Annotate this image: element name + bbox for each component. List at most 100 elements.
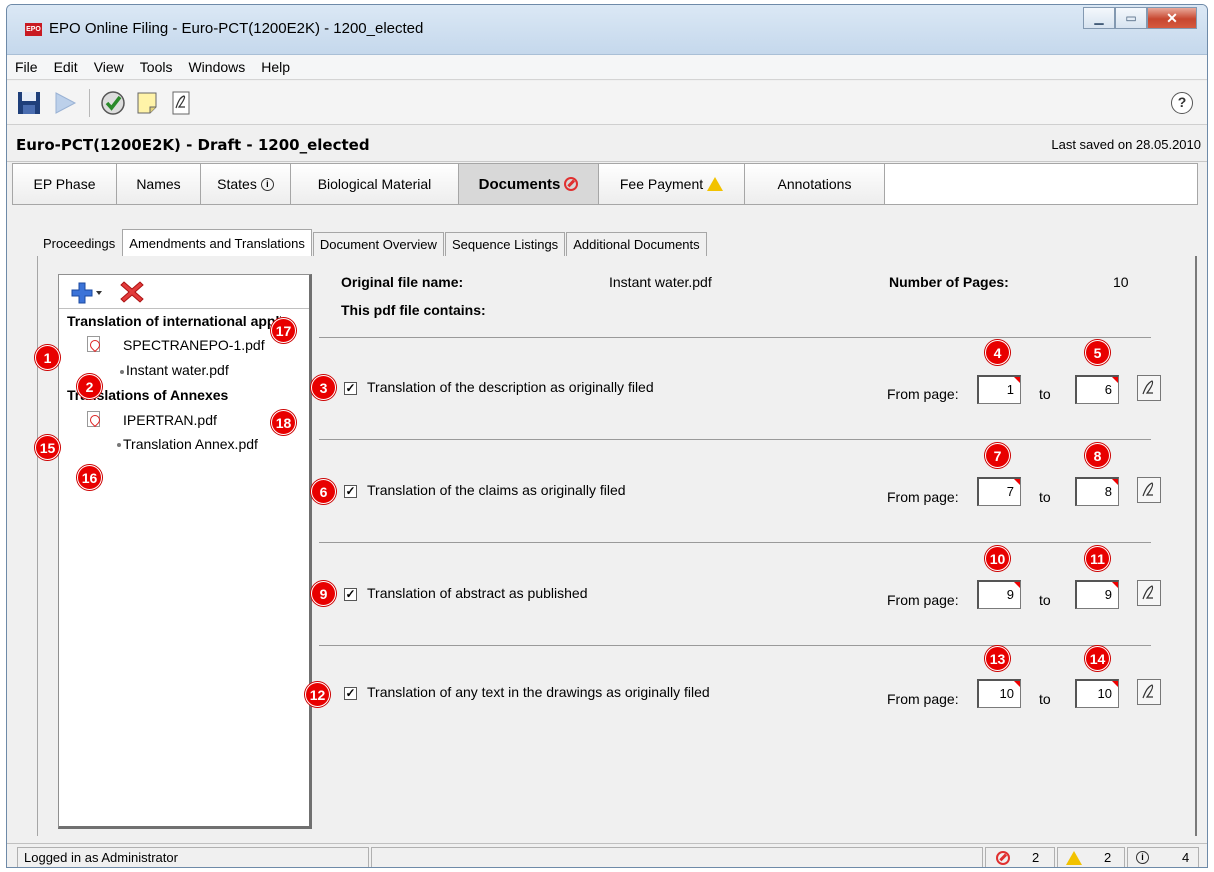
claims-from-input[interactable]: 7 <box>977 477 1021 506</box>
divider <box>319 439 1151 440</box>
drawings-to-input[interactable]: 10 <box>1075 679 1119 708</box>
callout-badge: 11 <box>1085 546 1110 571</box>
send-icon[interactable] <box>51 89 79 117</box>
tab-ep-phase[interactable]: EP Phase <box>13 164 117 204</box>
callout-badge: 6 <box>311 479 336 504</box>
tab-label: States <box>217 176 257 192</box>
tab-fee-payment[interactable]: Fee Payment <box>599 164 745 204</box>
tab-label: Documents <box>478 175 561 193</box>
help-icon[interactable]: ? <box>1171 92 1193 114</box>
tab-label: Annotations <box>777 176 852 192</box>
callout-badge: 9 <box>311 581 336 606</box>
document-tree-panel: Translation of international application… <box>58 274 312 829</box>
menu-edit[interactable]: Edit <box>54 59 78 75</box>
description-to-input[interactable]: 6 <box>1075 375 1119 404</box>
divider <box>319 645 1151 646</box>
drawings-checkbox[interactable]: ✓ <box>344 687 357 700</box>
sign-icon[interactable] <box>167 89 195 117</box>
drawings-from-input[interactable]: 10 <box>977 679 1021 708</box>
delete-icon[interactable] <box>119 279 145 305</box>
tree-item-ipertran[interactable]: IPERTRAN.pdf <box>123 412 217 428</box>
tree-bullet <box>117 443 121 447</box>
note-icon[interactable] <box>133 89 161 117</box>
subtab-amendments-translations[interactable]: Amendments and Translations <box>122 229 312 257</box>
pdf-icon <box>87 411 100 427</box>
error-icon <box>564 177 579 191</box>
menu-file[interactable]: File <box>15 59 38 75</box>
sign-icon[interactable] <box>1137 375 1161 401</box>
tab-annotations[interactable]: Annotations <box>745 164 885 204</box>
subtab-sequence-listings[interactable]: Sequence Listings <box>444 232 566 257</box>
abstract-label: Translation of abstract as published <box>367 585 588 601</box>
callout-badge: 1 <box>35 345 60 370</box>
tab-label: Names <box>136 176 181 192</box>
sign-icon[interactable] <box>1137 477 1161 503</box>
to-label: to <box>1039 691 1051 707</box>
menu-windows[interactable]: Windows <box>188 59 245 75</box>
status-spacer <box>371 847 983 867</box>
warning-icon <box>707 177 724 191</box>
abstract-from-input[interactable]: 9 <box>977 580 1021 609</box>
sub-tabs: Proceedings Amendments and Translations … <box>37 229 708 257</box>
maximize-button[interactable]: ▭ <box>1115 7 1147 29</box>
menu-help[interactable]: Help <box>261 59 290 75</box>
sign-icon[interactable] <box>1137 679 1161 705</box>
subtab-document-overview[interactable]: Document Overview <box>312 232 444 257</box>
callout-badge: 14 <box>1085 646 1110 671</box>
info-count-cell[interactable]: i 4 <box>1127 847 1199 867</box>
abstract-to-input[interactable]: 9 <box>1075 580 1119 609</box>
callout-badge: 12 <box>305 682 330 707</box>
status-bar: Logged in as Administrator 2 2 i 4 <box>7 843 1207 867</box>
epo-app-icon: EPO <box>25 23 42 36</box>
error-count: 2 <box>1032 850 1040 865</box>
save-icon[interactable] <box>15 89 43 117</box>
menu-tools[interactable]: Tools <box>140 59 173 75</box>
description-checkbox[interactable]: ✓ <box>344 382 357 395</box>
warning-count-cell[interactable]: 2 <box>1057 847 1125 867</box>
toolbar: ? <box>7 81 1207 125</box>
callout-badge: 13 <box>985 646 1010 671</box>
claims-to-input[interactable]: 8 <box>1075 477 1119 506</box>
tree-item-instant-water[interactable]: Instant water.pdf <box>126 362 229 378</box>
to-label: to <box>1039 489 1051 505</box>
content-panel: Translation of international application… <box>37 256 1197 836</box>
callout-badge: 7 <box>985 443 1010 468</box>
tab-label: Biological Material <box>317 176 432 192</box>
claims-checkbox[interactable]: ✓ <box>344 485 357 498</box>
original-file-name-value: Instant water.pdf <box>609 274 712 290</box>
callout-badge: 18 <box>271 410 296 435</box>
tab-names[interactable]: Names <box>117 164 201 204</box>
title-bar: EPO EPO Online Filing - Euro-PCT(1200E2K… <box>7 5 1207 55</box>
error-icon <box>996 851 1010 865</box>
toolbar-separator <box>89 89 90 117</box>
document-title: Euro-PCT(1200E2K) - Draft - 1200_elected <box>16 136 370 154</box>
description-from-input[interactable]: 1 <box>977 375 1021 404</box>
subtab-proceedings[interactable]: Proceedings <box>37 232 121 257</box>
tree-item-translation-annex[interactable]: Translation Annex.pdf <box>123 436 258 452</box>
add-document-button[interactable] <box>71 281 105 305</box>
close-button[interactable]: ✕ <box>1147 7 1197 29</box>
from-page-label: From page: <box>887 592 959 608</box>
menu-view[interactable]: View <box>94 59 124 75</box>
info-icon: i <box>1136 851 1149 864</box>
minimize-button[interactable]: ▁ <box>1083 7 1115 29</box>
error-count-cell[interactable]: 2 <box>985 847 1055 867</box>
tree-heading-international-application: Translation of international application <box>67 313 281 329</box>
callout-badge: 15 <box>35 435 60 460</box>
pdf-contains-label: This pdf file contains: <box>341 302 486 318</box>
description-label: Translation of the description as origin… <box>367 379 654 395</box>
sign-icon[interactable] <box>1137 580 1161 606</box>
tab-documents[interactable]: Documents <box>459 164 599 204</box>
abstract-checkbox[interactable]: ✓ <box>344 588 357 601</box>
tree-item-spectranepo[interactable]: SPECTRANEPO-1.pdf <box>123 337 265 353</box>
number-of-pages-label: Number of Pages: <box>889 274 1009 290</box>
info-icon: i <box>260 177 274 191</box>
validate-icon[interactable] <box>99 89 127 117</box>
tab-states[interactable]: States i <box>201 164 291 204</box>
from-page-label: From page: <box>887 691 959 707</box>
divider <box>319 337 1151 338</box>
tab-biological-material[interactable]: Biological Material <box>291 164 459 204</box>
document-header: Euro-PCT(1200E2K) - Draft - 1200_elected… <box>7 126 1207 162</box>
subtab-additional-documents[interactable]: Additional Documents <box>566 232 707 257</box>
callout-badge: 16 <box>77 465 102 490</box>
